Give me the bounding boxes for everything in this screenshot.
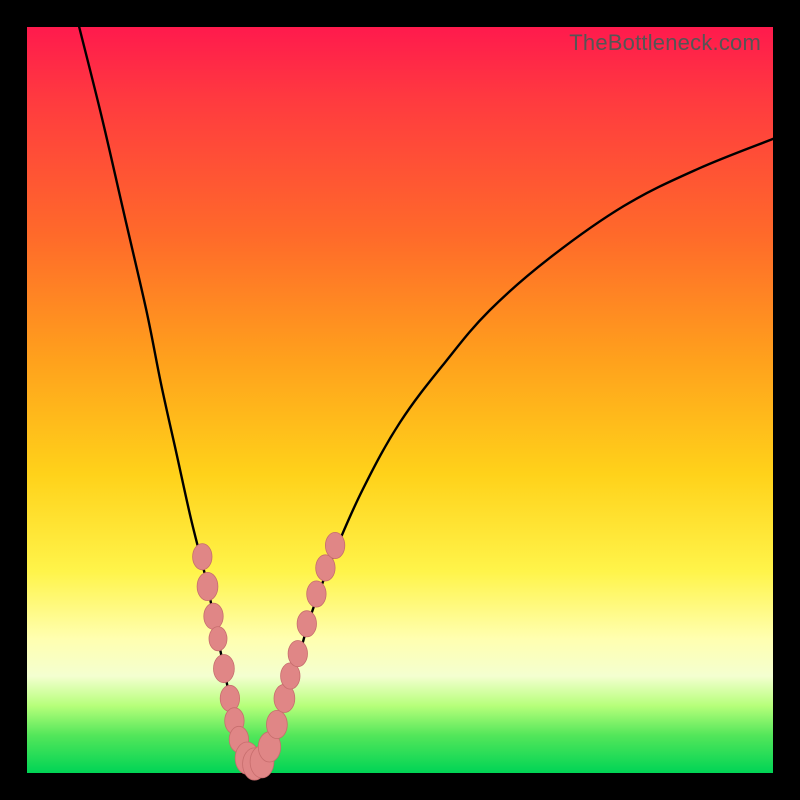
chart-frame: TheBottleneck.com — [0, 0, 800, 800]
curve-markers — [193, 532, 345, 780]
curve-layer — [27, 27, 773, 773]
plot-area: TheBottleneck.com — [27, 27, 773, 773]
curve-marker — [209, 627, 227, 651]
curve-marker — [267, 710, 288, 738]
curve-marker — [197, 572, 218, 600]
curve-marker — [214, 655, 235, 683]
curve-marker — [297, 611, 316, 637]
curve-marker — [325, 532, 344, 558]
curve-marker — [307, 581, 326, 607]
curve-marker — [193, 544, 212, 570]
bottleneck-curve — [79, 27, 773, 768]
curve-marker — [220, 685, 239, 711]
curve-marker — [316, 555, 335, 581]
curve-marker — [288, 641, 307, 667]
curve-marker — [204, 603, 223, 629]
